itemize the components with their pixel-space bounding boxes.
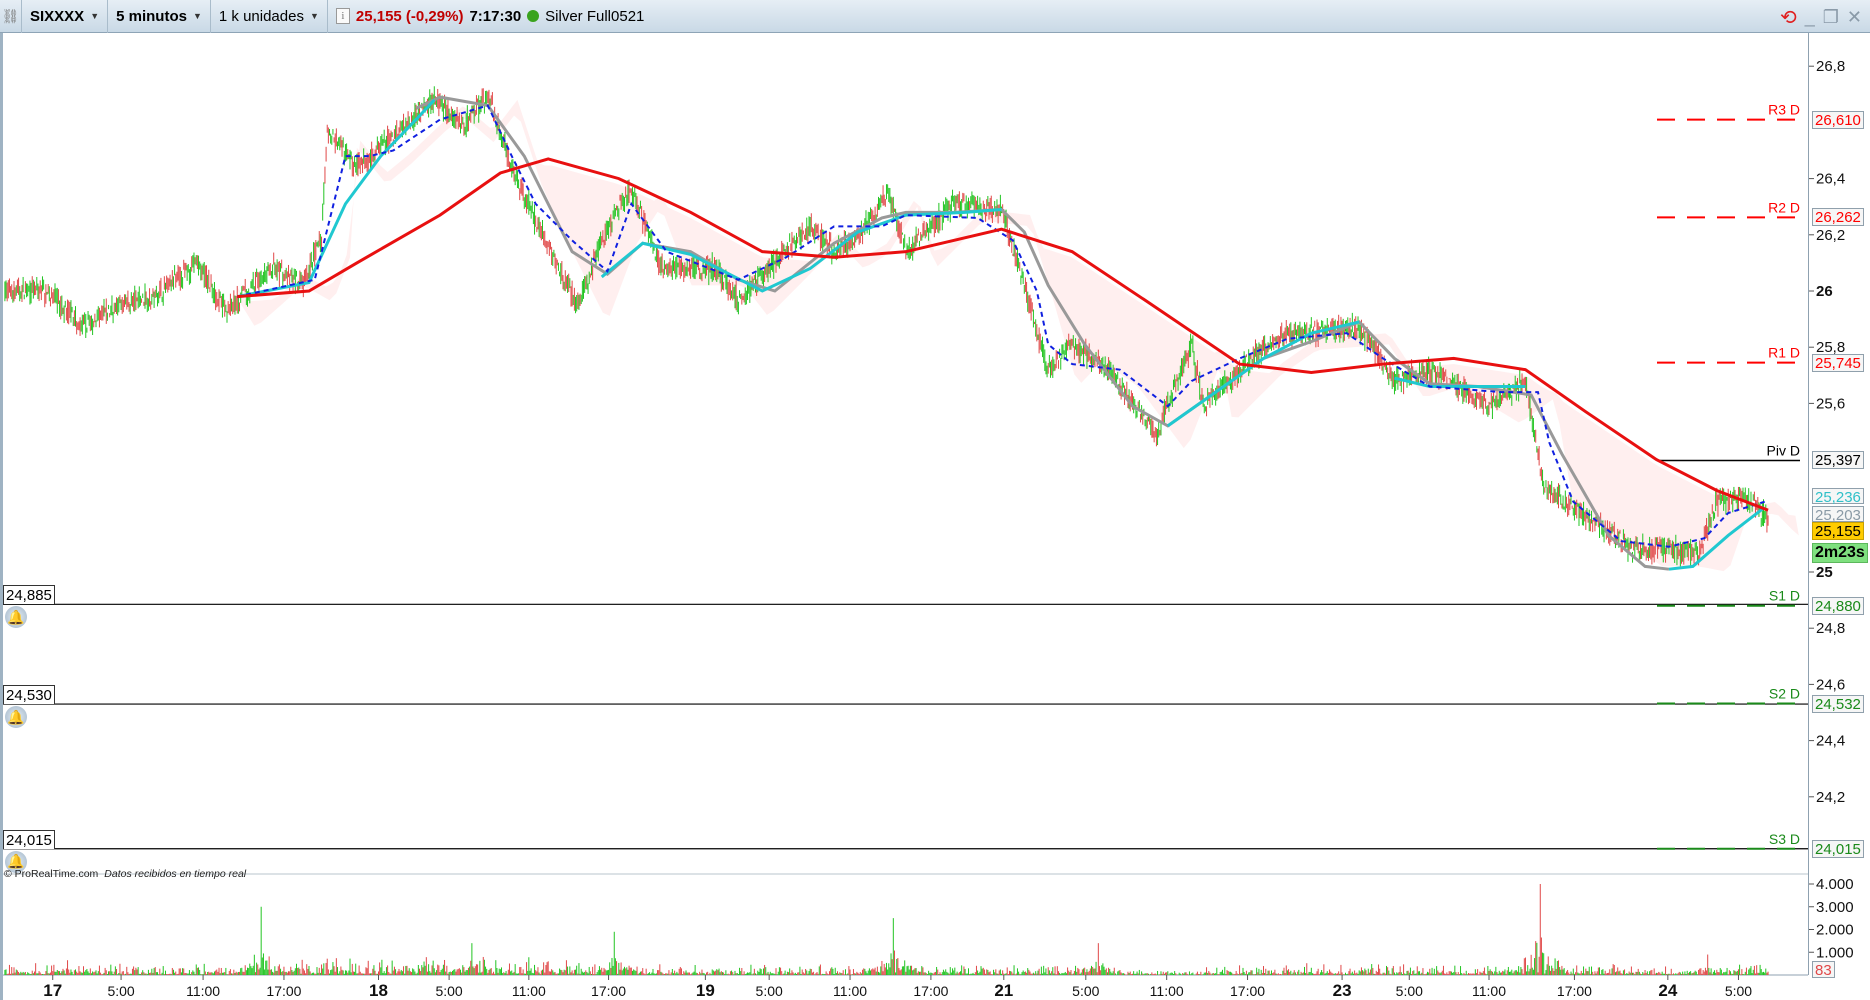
time-tick-label: 21 — [994, 981, 1013, 1000]
price-tick-label: 26 — [1816, 283, 1833, 300]
price-tick-label: 24,4 — [1816, 733, 1845, 750]
pivot-name: R3 D — [1768, 102, 1800, 118]
ichimoku-cloud — [237, 99, 1799, 572]
indicator-gray-line — [415, 95, 1670, 571]
time-tick-label: 5:00 — [107, 983, 134, 999]
time-tick-label: 19 — [696, 981, 715, 1000]
time-tick-label: 24 — [1658, 981, 1677, 1000]
price-tick-label: 24,2 — [1816, 789, 1845, 806]
volume-tick-label: 4.000 — [1816, 876, 1854, 893]
candle-timer-tag: 2m23s — [1812, 543, 1868, 563]
price-tick-label: 26,2 — [1816, 227, 1845, 244]
time-tick-label: 5:00 — [435, 983, 462, 999]
pivot-price-tag: 25,397 — [1812, 451, 1864, 470]
time-tick-label: 17:00 — [1557, 983, 1592, 999]
pivot-price-tag: 24,532 — [1812, 694, 1864, 713]
time-tick-label: 11:00 — [833, 983, 867, 999]
pivot-price-tag: 25,745 — [1812, 353, 1864, 372]
copyright-text: © ProRealTime.com — [4, 868, 99, 880]
time-tick-label: 5:00 — [1396, 983, 1423, 999]
time-tick-label: 5:00 — [756, 983, 783, 999]
last-price-tag: 25,155 — [1812, 522, 1864, 540]
time-tick-label: 18 — [369, 981, 388, 1000]
time-tick-label: 11:00 — [512, 983, 546, 999]
price-tick-label: 25,6 — [1816, 395, 1845, 412]
indicator-blue-dashed-line — [237, 104, 1765, 548]
pivot-name: S1 D — [1769, 588, 1800, 604]
cyan-indicator-tag: 25,236 — [1812, 488, 1864, 506]
price-tick-label: 24,6 — [1816, 676, 1845, 693]
bell-icon[interactable]: 🔔 — [5, 706, 27, 729]
price-axis-line — [1808, 33, 1809, 975]
time-tick-label: 17:00 — [266, 983, 301, 999]
price-tick-label: 24,8 — [1816, 620, 1845, 637]
pivot-name: S2 D — [1769, 686, 1800, 702]
pivot-name: R2 D — [1768, 199, 1800, 215]
bell-icon[interactable]: 🔔 — [5, 606, 27, 629]
pivot-price-tag: 26,610 — [1812, 110, 1864, 129]
time-tick-label: 17:00 — [1230, 983, 1265, 999]
price-chart[interactable]: R3 D R2 D R1 D Piv D S1 D S2 D S3 D 26,8 26,4 26,… — [0, 0, 1870, 1000]
pivot-name: R1 D — [1768, 345, 1800, 361]
time-tick-label: 11:00 — [1472, 983, 1506, 999]
realtime-status: Datos recibidos en tiempo real — [104, 868, 247, 880]
time-tick-label: 5:00 — [1725, 983, 1752, 999]
time-tick-label: 17:00 — [591, 983, 626, 999]
volume-tick-label: 3.000 — [1816, 899, 1854, 916]
volume-tick-label: 1.000 — [1816, 944, 1854, 961]
time-tick-label: 11:00 — [1150, 983, 1184, 999]
alert-price-label[interactable]: 24,015 — [3, 829, 55, 849]
volume-tick-label: 2.000 — [1816, 922, 1854, 939]
time-tick-label: 11:00 — [186, 983, 220, 999]
price-tick-label: 25 — [1816, 564, 1833, 581]
pivot-name: S3 D — [1769, 831, 1800, 847]
time-tick-label: 5:00 — [1072, 983, 1099, 999]
price-tick-label: 26,8 — [1816, 58, 1845, 75]
pivot-price-tag: 26,262 — [1812, 208, 1864, 227]
pivot-name: Piv D — [1767, 442, 1800, 458]
pivot-price-tag: 24,015 — [1812, 839, 1864, 858]
gray-indicator-tag: 25,203 — [1812, 506, 1864, 524]
time-tick-label: 17:00 — [913, 983, 948, 999]
last-volume-tag: 83 — [1812, 961, 1835, 979]
time-tick-label: 17 — [43, 981, 62, 1000]
alert-price-label[interactable]: 24,885 — [3, 585, 55, 605]
price-tick-label: 26,4 — [1816, 171, 1845, 188]
pivot-price-tag: 24,880 — [1812, 596, 1864, 615]
alert-price-label[interactable]: 24,530 — [3, 685, 55, 705]
time-tick-label: 23 — [1333, 981, 1352, 1000]
data-source-note: © ProRealTime.com Datos recibidos en tiem… — [4, 868, 246, 880]
